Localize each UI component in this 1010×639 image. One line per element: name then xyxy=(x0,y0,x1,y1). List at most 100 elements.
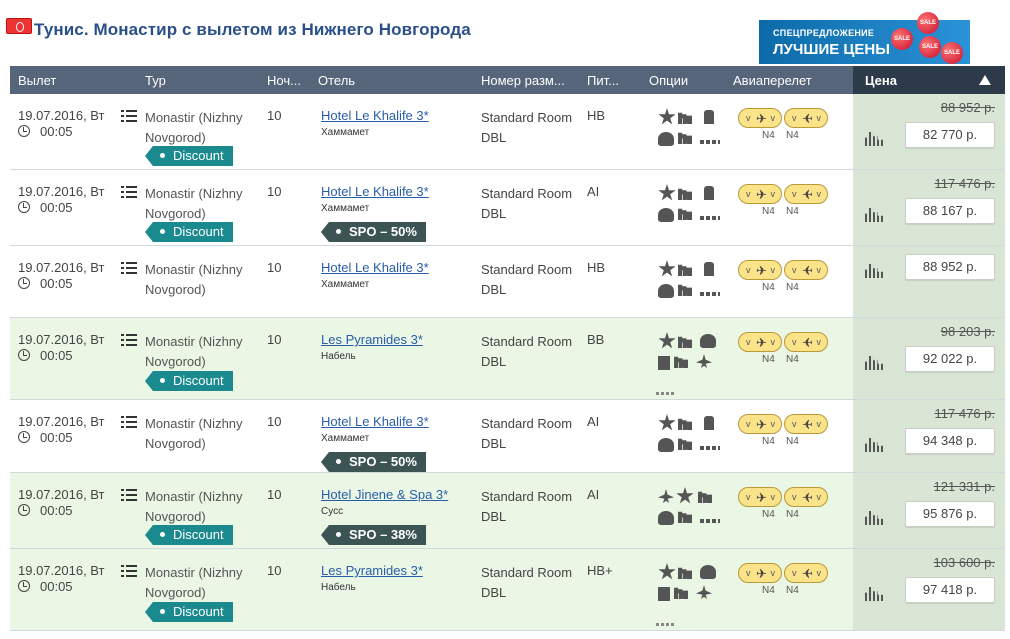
flight-info[interactable]: v ✈ v v ✈ v N4 N4 xyxy=(738,414,830,454)
hotel-link[interactable]: Hotel Le Khalife 3* xyxy=(321,108,429,123)
list-icon[interactable] xyxy=(121,334,137,347)
options-icons xyxy=(656,184,736,228)
flight-info[interactable]: v ✈ v v ✈ v N4 N4 xyxy=(738,487,830,527)
return-flight-icon[interactable]: v ✈ v xyxy=(784,184,828,204)
return-flight-icon[interactable]: v ✈ v xyxy=(784,487,828,507)
price-button[interactable]: 88 952 р. xyxy=(905,254,995,280)
clock-icon xyxy=(18,580,30,592)
more-icon xyxy=(700,446,720,450)
outbound-flight-icon[interactable]: v ✈ v xyxy=(738,108,782,128)
hotel-link[interactable]: Hotel Le Khalife 3* xyxy=(321,184,429,199)
list-icon[interactable] xyxy=(121,489,137,502)
price-button[interactable]: 92 022 р. xyxy=(905,346,995,372)
outbound-flight-icon[interactable]: v ✈ v xyxy=(738,260,782,280)
col-tour[interactable]: Тур xyxy=(145,73,166,88)
list-icon[interactable] xyxy=(121,416,137,429)
return-flight-icon[interactable]: v ✈ v xyxy=(784,414,828,434)
board-type: AI xyxy=(587,414,600,429)
outbound-airline-code: N4 xyxy=(762,130,775,141)
table-row[interactable]: 19.07.2016, Вт 00:05 Monastir (Nizhny No… xyxy=(10,400,1005,473)
list-icon[interactable] xyxy=(121,565,137,578)
spo-badge: SPO – 50% xyxy=(321,452,426,472)
flight-info[interactable]: v ✈ v v ✈ v N4 N4 xyxy=(738,184,830,224)
options-icons xyxy=(656,108,736,152)
flight-info[interactable]: v ✈ v v ✈ v N4 N4 xyxy=(738,332,830,372)
pool-icon xyxy=(658,438,674,452)
family-icon xyxy=(678,511,692,523)
outbound-flight-icon[interactable]: v ✈ v xyxy=(738,414,782,434)
return-airline-code: N4 xyxy=(786,354,799,365)
col-room[interactable]: Номер разм... xyxy=(481,73,565,88)
promo-banner[interactable]: СПЕЦПРЕДЛОЖЕНИЕ ЛУЧШИЕ ЦЕНЫ SALE SALE SA… xyxy=(759,12,970,64)
table-row[interactable]: 19.07.2016, Вт 00:05 Monastir (Nizhny No… xyxy=(10,318,1005,400)
options-icons xyxy=(656,260,736,304)
col-price[interactable]: Цена xyxy=(853,66,1005,94)
table-row[interactable]: 19.07.2016, Вт 00:05 Monastir (Nizhny No… xyxy=(10,246,1005,318)
flight-info[interactable]: v ✈ v v ✈ v N4 N4 xyxy=(738,108,830,148)
person-icon xyxy=(704,262,714,276)
sort-up-icon[interactable] xyxy=(979,75,991,85)
price-chart-icon[interactable] xyxy=(865,438,883,452)
old-price: 121 331 р. xyxy=(933,479,995,494)
outbound-flight-icon[interactable]: v ✈ v xyxy=(738,332,782,352)
price-chart-icon[interactable] xyxy=(865,356,883,370)
return-flight-icon[interactable]: v ✈ v xyxy=(784,260,828,280)
col-nights[interactable]: Ноч... xyxy=(267,73,301,88)
outbound-flight-icon[interactable]: v ✈ v xyxy=(738,184,782,204)
more-options-icon[interactable] xyxy=(656,392,674,395)
more-options-icon[interactable] xyxy=(656,623,674,626)
sale-balloon-icon: SALE xyxy=(891,28,913,50)
discount-badge: Discount xyxy=(145,602,233,622)
flight-info[interactable]: v ✈ v v ✈ v N4 N4 xyxy=(738,260,830,300)
price-button[interactable]: 88 167 р. xyxy=(905,198,995,224)
return-flight-icon[interactable]: v ✈ v xyxy=(784,563,828,583)
room-type: Standard Room DBL xyxy=(481,334,573,369)
col-board[interactable]: Пит... xyxy=(587,73,619,88)
hotel-link[interactable]: Hotel Le Khalife 3* xyxy=(321,260,429,275)
hotel-link[interactable]: Hotel Jinene & Spa 3* xyxy=(321,487,448,502)
col-flight[interactable]: Авиаперелет xyxy=(733,73,812,88)
board-type: AI xyxy=(587,184,600,199)
price-chart-icon[interactable] xyxy=(865,511,883,525)
col-hotel[interactable]: Отель xyxy=(318,73,355,88)
table-row[interactable]: 19.07.2016, Вт 00:05 Monastir (Nizhny No… xyxy=(10,549,1005,631)
outbound-flight-icon[interactable]: v ✈ v xyxy=(738,487,782,507)
pool-icon xyxy=(658,284,674,298)
more-icon xyxy=(700,292,720,296)
return-flight-icon[interactable]: v ✈ v xyxy=(784,108,828,128)
table-row[interactable]: 19.07.2016, Вт 00:05 Monastir (Nizhny No… xyxy=(10,94,1005,170)
table-row[interactable]: 19.07.2016, Вт 00:05 Monastir (Nizhny No… xyxy=(10,170,1005,246)
more-icon xyxy=(700,216,720,220)
options-icons xyxy=(656,563,736,607)
tour-name: Monastir (Nizhny Novgorod) xyxy=(145,262,243,297)
price-chart-icon[interactable] xyxy=(865,208,883,222)
col-options[interactable]: Опции xyxy=(649,73,688,88)
hotel-link[interactable]: Hotel Le Khalife 3* xyxy=(321,414,429,429)
price-chart-icon[interactable] xyxy=(865,264,883,278)
hotel-city: Набель xyxy=(321,351,356,362)
family-icon xyxy=(674,587,688,599)
flag-icon xyxy=(6,18,32,34)
outbound-flight-icon[interactable]: v ✈ v xyxy=(738,563,782,583)
old-price: 103 600 р. xyxy=(933,555,995,570)
price-chart-icon[interactable] xyxy=(865,587,883,601)
col-departure[interactable]: Вылет xyxy=(18,73,56,88)
old-price: 88 952 р. xyxy=(940,100,995,115)
hotel-link[interactable]: Les Pyramides 3* xyxy=(321,563,423,578)
price-button[interactable]: 95 876 р. xyxy=(905,501,995,527)
price-chart-icon[interactable] xyxy=(865,132,883,146)
price-button[interactable]: 97 418 р. xyxy=(905,577,995,603)
hotel-link[interactable]: Les Pyramides 3* xyxy=(321,332,423,347)
tour-name: Monastir (Nizhny Novgorod) xyxy=(145,416,243,451)
outbound-airline-code: N4 xyxy=(762,585,775,596)
list-icon[interactable] xyxy=(121,110,137,123)
list-icon[interactable] xyxy=(121,186,137,199)
table-row[interactable]: 19.07.2016, Вт 00:05 Monastir (Nizhny No… xyxy=(10,473,1005,549)
price-button[interactable]: 82 770 р. xyxy=(905,122,995,148)
price-button[interactable]: 94 348 р. xyxy=(905,428,995,454)
family-icon xyxy=(678,336,692,348)
flight-info[interactable]: v ✈ v v ✈ v N4 N4 xyxy=(738,563,830,603)
list-icon[interactable] xyxy=(121,262,137,275)
return-flight-icon[interactable]: v ✈ v xyxy=(784,332,828,352)
spo-badge: SPO – 50% xyxy=(321,222,426,242)
